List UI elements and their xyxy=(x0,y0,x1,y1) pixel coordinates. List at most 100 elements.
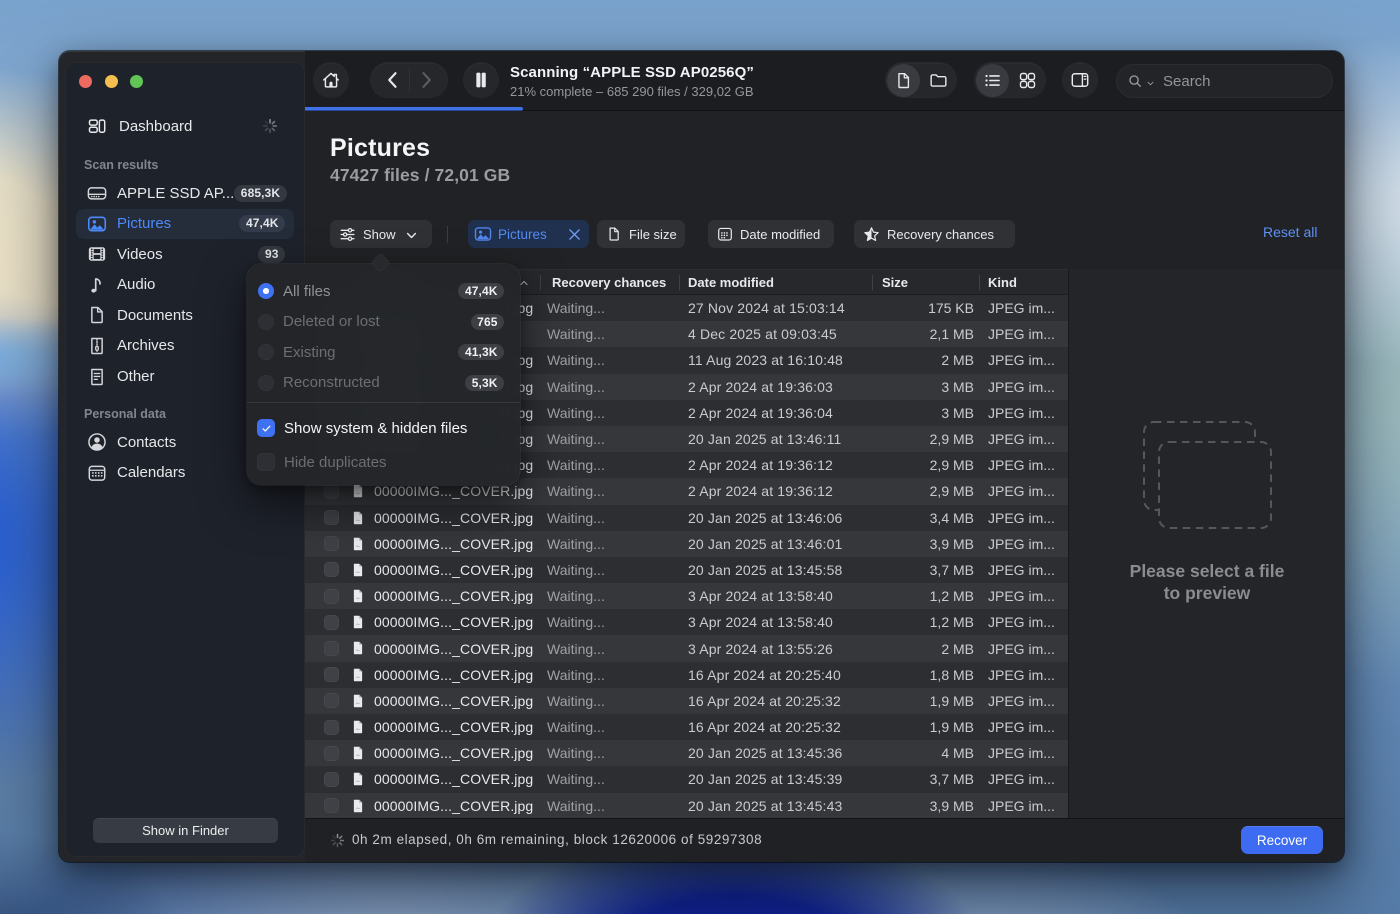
table-row[interactable]: 00000IMG..._COVER.jpgWaiting...20 Jan 20… xyxy=(305,557,1068,583)
app-window: Dashboard Scan results APPLE SSD AP...685… xyxy=(59,51,1344,862)
radio-unselected-icon[interactable] xyxy=(258,344,274,360)
popover-checkbox-show-system-hidden-files[interactable]: Show system & hidden files xyxy=(247,411,520,445)
chevron-left-icon xyxy=(382,69,404,91)
grid-view-button[interactable] xyxy=(1011,64,1044,97)
cell-size: 1,2 MB xyxy=(930,588,974,604)
nav-divider xyxy=(409,69,410,91)
search-field[interactable] xyxy=(1117,65,1332,97)
show-filter-button[interactable]: Show xyxy=(330,220,432,248)
table-row[interactable]: 00000IMG..._COVER.jpgWaiting...16 Apr 20… xyxy=(305,662,1068,688)
popover-option-reconstructed[interactable]: Reconstructed5,3K xyxy=(247,368,520,398)
column-header-size[interactable]: Size xyxy=(882,275,908,290)
table-row[interactable]: 00000IMG..._COVER.jpgWaiting...16 Apr 20… xyxy=(305,688,1068,714)
table-row[interactable]: 00000IMG..._COVER.jpgWaiting...3 Apr 202… xyxy=(305,583,1068,609)
cell-name: 00000IMG..._COVER.jpg xyxy=(374,693,533,709)
table-row[interactable]: 00000IMG..._COVER.jpgWaiting...20 Jan 20… xyxy=(305,531,1068,557)
row-checkbox[interactable] xyxy=(324,615,339,630)
popover-checkbox-hide-duplicates[interactable]: Hide duplicates xyxy=(247,445,520,479)
cell-date: 3 Apr 2024 at 13:58:40 xyxy=(688,614,833,630)
row-checkbox[interactable] xyxy=(324,772,339,787)
file-icon xyxy=(350,719,366,735)
table-row[interactable]: 00000IMG..._COVER.jpgWaiting...16 Apr 20… xyxy=(305,714,1068,740)
cell-recovery: Waiting... xyxy=(547,379,605,395)
cell-size: 4 MB xyxy=(941,745,974,761)
close-button[interactable] xyxy=(79,75,92,88)
star-half-icon xyxy=(862,225,881,244)
audio-icon xyxy=(86,274,108,296)
row-checkbox[interactable] xyxy=(324,510,339,525)
cell-kind: JPEG im... xyxy=(988,300,1055,316)
other-icon xyxy=(86,366,108,388)
file-size-filter-button[interactable]: File size xyxy=(597,220,685,248)
search-input[interactable] xyxy=(1163,73,1293,90)
minimize-button[interactable] xyxy=(105,75,118,88)
row-checkbox[interactable] xyxy=(324,798,339,813)
sidebar-item-label: APPLE SSD AP... xyxy=(117,185,234,202)
column-header-recovery[interactable]: Recovery chances xyxy=(552,275,666,290)
table-row[interactable]: 00000IMG..._COVER.jpgWaiting...20 Jan 20… xyxy=(305,505,1068,531)
cell-date: 3 Apr 2024 at 13:55:26 xyxy=(688,641,833,657)
row-checkbox[interactable] xyxy=(324,746,339,761)
table-row[interactable]: 00000IMG..._COVER.jpgWaiting...20 Jan 20… xyxy=(305,740,1068,766)
folder-view-button[interactable] xyxy=(922,64,955,97)
list-view-button[interactable] xyxy=(976,64,1009,97)
radio-selected-icon[interactable] xyxy=(258,283,274,299)
home-button[interactable] xyxy=(314,63,348,97)
recover-button[interactable]: Recover xyxy=(1241,826,1323,854)
cell-size: 175 KB xyxy=(928,300,974,316)
cell-size: 1,9 MB xyxy=(930,719,974,735)
back-button[interactable] xyxy=(376,64,409,97)
column-header-date[interactable]: Date modified xyxy=(688,275,774,290)
contacts-icon xyxy=(86,431,108,453)
scan-progress-bar xyxy=(305,107,523,111)
cell-kind: JPEG im... xyxy=(988,771,1055,787)
row-checkbox[interactable] xyxy=(324,484,339,499)
count-badge: 765 xyxy=(471,314,504,330)
forward-button[interactable] xyxy=(409,64,442,97)
popover-option-all-files[interactable]: All files47,4K xyxy=(247,276,520,306)
sidebar-item-apple-ssd-ap[interactable]: APPLE SSD AP...685,3K xyxy=(76,178,294,208)
reset-all-link[interactable]: Reset all xyxy=(1263,224,1317,240)
file-icon xyxy=(350,510,366,526)
row-checkbox[interactable] xyxy=(324,720,339,735)
cell-name: 00000IMG..._COVER.jpg xyxy=(374,667,533,683)
table-row[interactable]: 00000IMG..._COVER.jpgWaiting...3 Apr 202… xyxy=(305,635,1068,661)
date-modified-filter-button[interactable]: Date modified xyxy=(708,220,834,248)
list-icon xyxy=(982,70,1003,91)
table-row[interactable]: 00000IMG..._COVER.jpgWaiting...20 Jan 20… xyxy=(305,793,1068,819)
preview-placeholder-text: Please select a file to preview xyxy=(1069,561,1344,604)
table-row[interactable]: 00000IMG..._COVER.jpgWaiting...3 Apr 202… xyxy=(305,609,1068,635)
cell-date: 11 Aug 2023 at 16:10:48 xyxy=(688,352,843,368)
cell-recovery: Waiting... xyxy=(547,745,605,761)
show-in-finder-button[interactable]: Show in Finder xyxy=(93,818,278,843)
recovery-chances-filter-button[interactable]: Recovery chances xyxy=(854,220,1015,248)
pause-button[interactable] xyxy=(464,63,498,97)
dashboard-label: Dashboard xyxy=(119,118,192,135)
remove-pictures-filter-icon[interactable] xyxy=(567,227,582,242)
row-checkbox[interactable] xyxy=(324,589,339,604)
radio-unselected-icon[interactable] xyxy=(258,314,274,330)
column-header-kind[interactable]: Kind xyxy=(988,275,1017,290)
pictures-filter-pill[interactable]: Pictures xyxy=(468,220,589,248)
row-checkbox[interactable] xyxy=(324,667,339,682)
row-checkbox[interactable] xyxy=(324,693,339,708)
dashboard-icon xyxy=(86,115,108,137)
file-view-button[interactable] xyxy=(887,64,920,97)
preview-panel-toggle-button[interactable] xyxy=(1063,63,1097,97)
table-row[interactable]: 00000IMG..._COVER.jpgWaiting...20 Jan 20… xyxy=(305,766,1068,792)
file-icon xyxy=(350,536,366,552)
section-label: Scan results xyxy=(84,158,158,172)
cell-kind: JPEG im... xyxy=(988,431,1055,447)
checkbox-unchecked-icon[interactable] xyxy=(257,453,275,471)
row-checkbox[interactable] xyxy=(324,641,339,656)
row-checkbox[interactable] xyxy=(324,562,339,577)
row-checkbox[interactable] xyxy=(324,536,339,551)
sidebar-item-label: Archives xyxy=(117,337,175,354)
radio-unselected-icon[interactable] xyxy=(258,375,274,391)
popover-option-existing[interactable]: Existing41,3K xyxy=(247,337,520,367)
checkbox-checked-icon[interactable] xyxy=(257,419,275,437)
cell-size: 2,9 MB xyxy=(930,431,974,447)
popover-option-deleted-or-lost[interactable]: Deleted or lost765 xyxy=(247,307,520,337)
zoom-button[interactable] xyxy=(130,75,143,88)
sidebar-item-pictures[interactable]: Pictures47,4K xyxy=(76,209,294,239)
